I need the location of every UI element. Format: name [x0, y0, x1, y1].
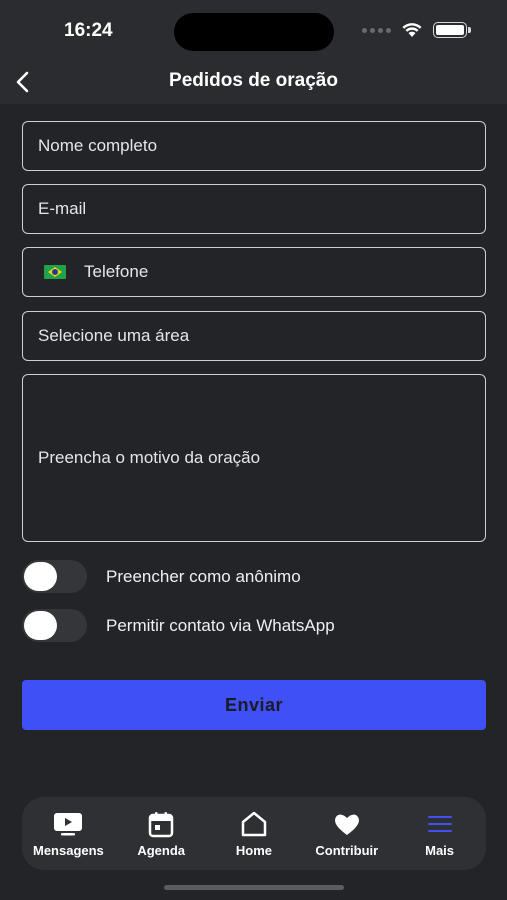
tab-bar: Mensagens Agenda Home Contribuir Mais [22, 797, 486, 870]
area-placeholder: Selecione uma área [38, 326, 190, 345]
navigation-bar: Pedidos de oração [0, 62, 507, 104]
tab-mais[interactable]: Mais [395, 810, 485, 858]
status-icons [362, 22, 471, 38]
tab-agenda[interactable]: Agenda [116, 810, 206, 858]
tab-label-mais: Mais [425, 843, 455, 858]
tab-mensagens[interactable]: Mensagens [23, 810, 113, 858]
video-play-icon [54, 813, 83, 836]
home-icon [241, 811, 267, 837]
area-select[interactable]: Selecione uma área [22, 311, 486, 361]
wifi-icon [402, 23, 422, 37]
submit-button[interactable]: Enviar [22, 680, 486, 730]
tab-home[interactable]: Home [209, 810, 299, 858]
whatsapp-label: Permitir contato via WhatsApp [106, 615, 335, 635]
heart-icon [334, 814, 359, 835]
name-field[interactable]: Nome completo [22, 121, 486, 171]
whatsapp-toggle[interactable] [22, 609, 87, 642]
status-time: 16:24 [64, 20, 113, 41]
anonymous-toggle[interactable] [22, 560, 87, 593]
page-title: Pedidos de oração [169, 70, 338, 91]
battery-icon [433, 22, 471, 38]
tab-label-mensagens: Mensagens [32, 843, 104, 858]
anonymous-label: Preencher como anônimo [106, 566, 301, 586]
menu-icon [427, 816, 452, 832]
phone-placeholder: Telefone [84, 262, 149, 281]
phone-field[interactable]: Telefone [22, 247, 486, 297]
email-placeholder: E-mail [38, 199, 87, 218]
anonymous-toggle-row: Preencher como anônimo [22, 560, 301, 593]
tab-label-agenda: Agenda [137, 843, 186, 858]
brazil-flag-icon[interactable] [44, 265, 66, 279]
dynamic-island [174, 13, 334, 51]
email-field[interactable]: E-mail [22, 184, 486, 234]
name-placeholder: Nome completo [38, 136, 158, 155]
calendar-icon [148, 812, 174, 838]
reason-placeholder: Preencha o motivo da oração [38, 448, 261, 467]
home-indicator [164, 885, 344, 890]
reason-textarea[interactable]: Preencha o motivo da oração [22, 374, 486, 542]
signal-icon [362, 27, 391, 33]
whatsapp-toggle-row: Permitir contato via WhatsApp [22, 609, 335, 642]
tab-label-contribuir: Contribuir [315, 843, 379, 858]
status-bar: 16:24 [0, 0, 507, 62]
tab-contribuir[interactable]: Contribuir [302, 810, 392, 858]
tab-label-home: Home [235, 843, 273, 858]
